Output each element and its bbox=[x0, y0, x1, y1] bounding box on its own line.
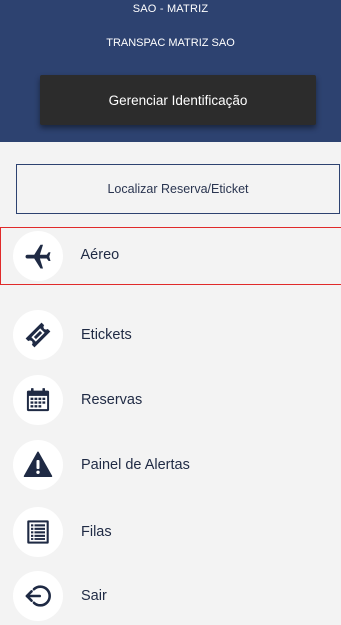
find-booking-button[interactable]: Localizar Reserva/Eticket bbox=[16, 164, 340, 214]
branch-code: SAO - MATRIZ bbox=[132, 3, 209, 15]
menu-item-sair[interactable]: Sair bbox=[0, 567, 341, 625]
warning-icon bbox=[13, 440, 63, 490]
menu-item-etickets[interactable]: Etickets bbox=[0, 306, 341, 364]
menu-item-painel-de-alertas[interactable]: Painel de Alertas bbox=[0, 436, 341, 494]
menu-item-aereo[interactable]: Aéreo bbox=[0, 227, 341, 285]
airplane-icon bbox=[12, 230, 63, 281]
menu-item-filas[interactable]: Filas bbox=[0, 503, 341, 561]
menu-item-label: Sair bbox=[81, 588, 107, 604]
menu-item-label: Reservas bbox=[81, 392, 143, 408]
menu-item-label: Filas bbox=[81, 524, 112, 540]
calendar-icon bbox=[13, 375, 63, 425]
list-icon bbox=[13, 507, 63, 557]
menu-item-label: Etickets bbox=[81, 327, 132, 343]
app-header: SAO - MATRIZ TRANSPAC MATRIZ SAO Gerenci… bbox=[0, 0, 341, 142]
ticket-icon bbox=[13, 310, 63, 360]
menu-item-reservas[interactable]: Reservas bbox=[0, 371, 341, 429]
exit-icon bbox=[13, 571, 63, 621]
menu-item-label: Aéreo bbox=[80, 247, 120, 263]
manage-identification-button[interactable]: Gerenciar Identificação bbox=[40, 75, 316, 125]
menu-item-label: Painel de Alertas bbox=[81, 457, 190, 473]
branch-name: TRANSPAC MATRIZ SAO bbox=[106, 37, 235, 49]
